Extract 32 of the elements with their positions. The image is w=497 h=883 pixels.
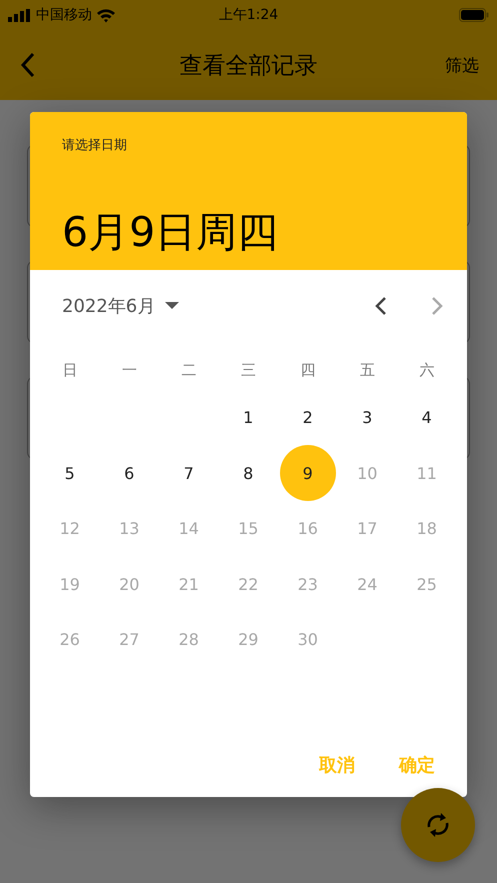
- refresh-icon: [425, 811, 451, 839]
- weekday-label: 五: [360, 360, 375, 380]
- day-button[interactable]: 9: [280, 445, 336, 502]
- page-title: 查看全部记录: [180, 52, 318, 80]
- dialog-button[interactable]: 确定: [399, 753, 435, 777]
- weekday-label: 三: [240, 360, 256, 380]
- weekday-label: 二: [181, 360, 196, 380]
- battery-icon: [459, 8, 489, 22]
- day-button[interactable]: 6: [101, 445, 158, 502]
- header-label: 请选择日期: [62, 137, 127, 154]
- day-button[interactable]: 2: [280, 390, 336, 446]
- day-button[interactable]: 1: [220, 390, 276, 446]
- status-time: 上午1:24: [218, 6, 278, 24]
- weekday-label: 日: [62, 360, 78, 380]
- day-button[interactable]: 7: [160, 445, 217, 502]
- day-button[interactable]: 3: [339, 390, 396, 446]
- weekday-label: 六: [419, 360, 434, 380]
- weekday-label: 四: [300, 360, 316, 380]
- wifi-icon: [96, 8, 116, 22]
- day-button[interactable]: 4: [398, 390, 455, 446]
- day-button[interactable]: 5: [42, 445, 98, 502]
- month-dropdown[interactable]: 2022年6月: [62, 294, 180, 318]
- signal-icon: [8, 8, 32, 22]
- carrier-name: 中国移动: [36, 6, 92, 24]
- back-button[interactable]: [20, 52, 36, 78]
- selected-date: 6月9日周四: [62, 207, 278, 258]
- day-button[interactable]: 8: [220, 445, 276, 502]
- filter-button[interactable]: 筛选: [445, 54, 479, 76]
- weekday-label: 一: [122, 360, 137, 380]
- dialog-button[interactable]: 取消: [319, 753, 355, 777]
- caret-icon: [165, 302, 180, 310]
- previous-month-button[interactable]: [375, 297, 387, 315]
